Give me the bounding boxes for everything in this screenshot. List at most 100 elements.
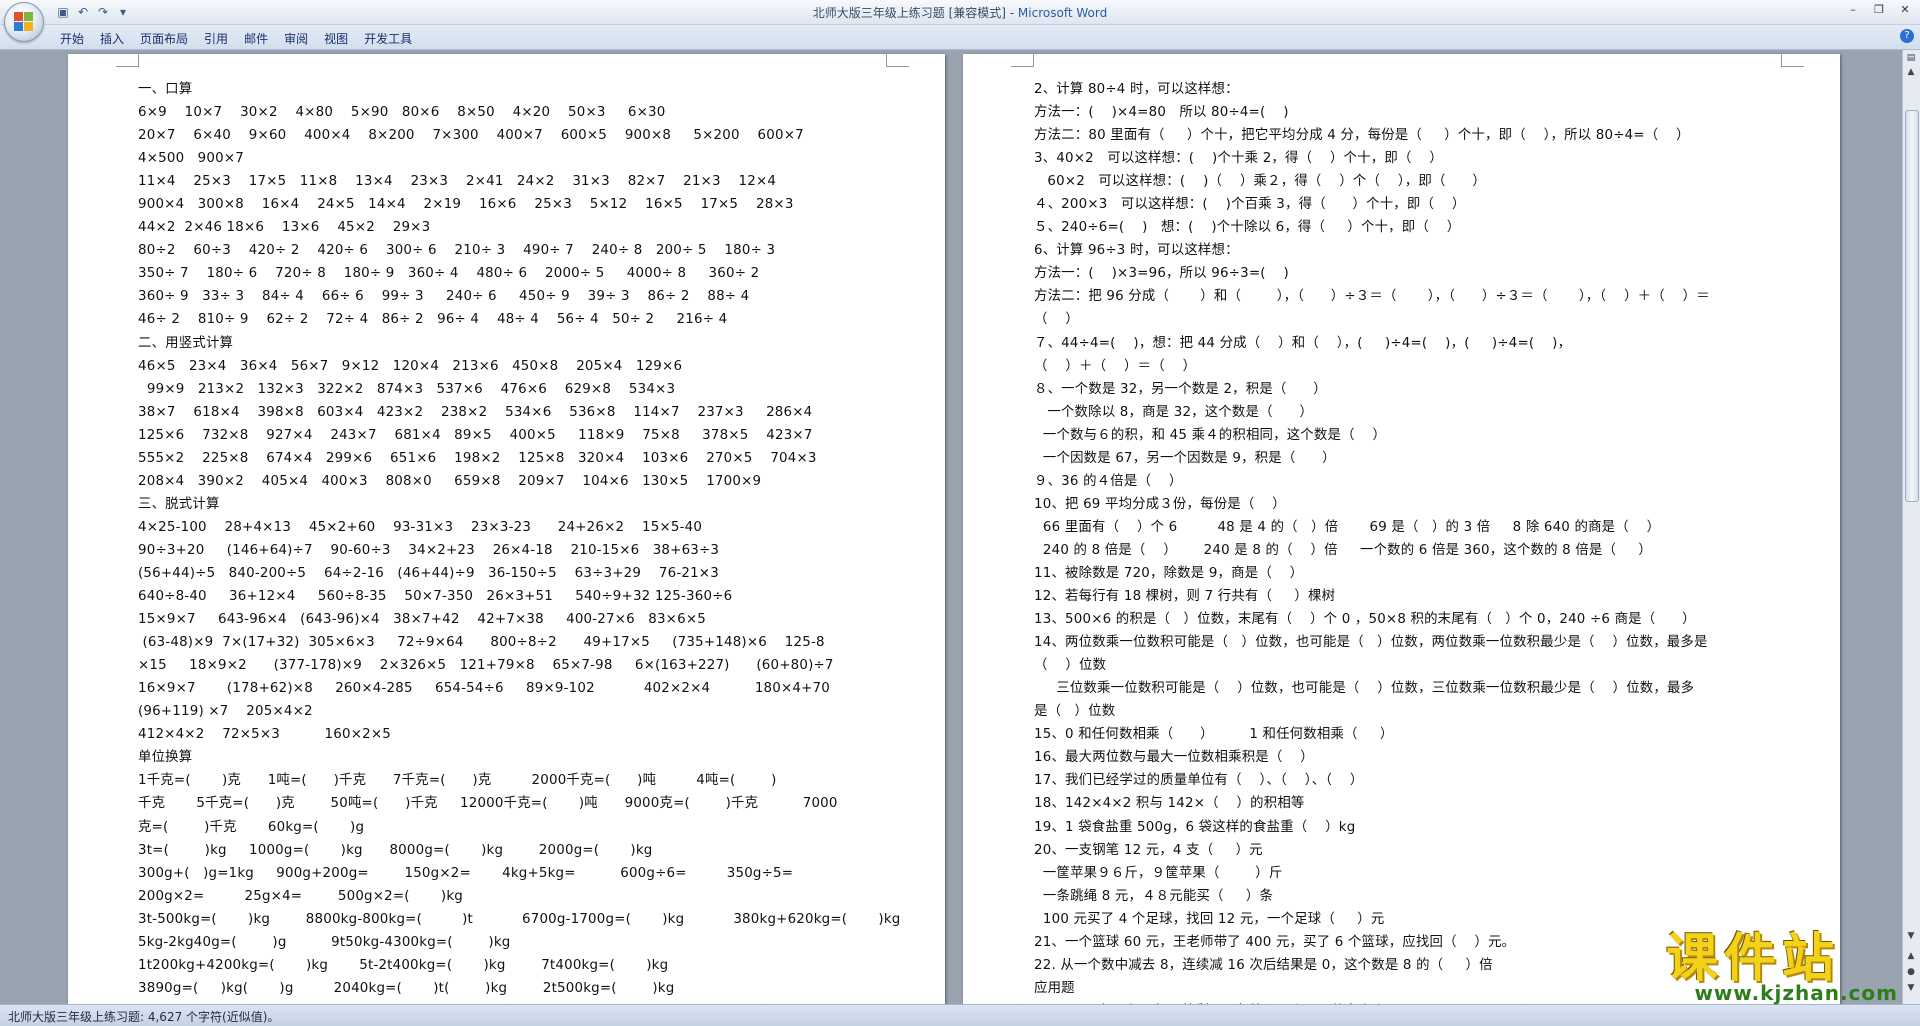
- page-text-right: 2、计算 80÷4 时，可以这样想： 方法一：( )×4=80 所以 80÷4=(…: [1034, 78, 1824, 1004]
- office-logo-icon: [14, 12, 34, 32]
- text-line: ４、200×3 可以这样想：( )个百乘 3，得（ ）个十，即（ ）: [1034, 197, 1466, 213]
- text-line: 1t200kg+4200kg=( )kg 5t-2t400kg=( )kg 7t…: [138, 957, 669, 973]
- text-line: 三位数乘一位数积可能是（ ）位数，也可能是（ ）位数，三位数乘一位数积最少是（ …: [1034, 681, 1695, 697]
- text-line: 2、计算 80÷4 时，可以这样想：: [1034, 82, 1239, 97]
- text-line: ５、240÷6=( ) 想：( )个十除以 6，得（ ）个十，即（ ）: [1034, 220, 1461, 236]
- text-line: ８、一个数是 32，另一个数是 2，积是（ ）: [1034, 381, 1327, 397]
- text-line: 19、1 袋食盐重 500g，6 袋这样的食盐重（ ）kg: [1034, 819, 1356, 835]
- text-line: 208×4 390×2 405×4 400×3 808×0 659×8 209×…: [138, 473, 762, 489]
- text-line: （ ）位数: [1034, 658, 1107, 674]
- scroll-thumb[interactable]: [1905, 110, 1919, 502]
- tab-view[interactable]: 视图: [322, 30, 362, 47]
- text-line: ×15 18×9×2 (377-178)×9 2×326×5 121+79×8 …: [138, 658, 834, 674]
- vertical-scrollbar[interactable]: ▤ ▲ ▼ ▲ ● ▼: [1902, 50, 1920, 1004]
- text-line: 200g×2= 25g×4= 500g×2=( )kg: [138, 888, 463, 904]
- watermark-url: www.kjzhan.com: [1694, 981, 1898, 1005]
- text-line: 300g+( )g=1kg 900g+200g= 150g×2= 4kg+5kg…: [138, 865, 794, 881]
- document-page-left[interactable]: 一、口算 6×9 10×7 30×2 4×80 5×90 80×6 8×50 4×…: [68, 54, 945, 1004]
- text-line: 20、一支钢笔 12 元，4 支（ ）元: [1034, 842, 1263, 858]
- text-line: 15、0 和任何数相乘（ ） 1 和任何数相乘（ ）: [1034, 727, 1394, 743]
- text-line: (56+44)÷5 840-200÷5 64÷2-16 (46+44)÷9 36…: [138, 565, 719, 581]
- text-line: 17、我们已经学过的质量单位有（ ）、（ ）、（ ）: [1034, 773, 1364, 789]
- ribbon-tabs: 开始 插入 页面布局 引用 邮件 审阅 视图 开发工具: [58, 30, 426, 47]
- scroll-up-icon[interactable]: ▲: [1905, 66, 1917, 78]
- text-line: 单位换算: [138, 750, 193, 766]
- text-line: 6、计算 96÷3 时，可以这样想：: [1034, 243, 1239, 259]
- text-line: 240 的 8 倍是（ ） 240 是 8 的（ ）倍 一个数的 6 倍是 36…: [1034, 542, 1653, 558]
- tab-developer[interactable]: 开发工具: [362, 30, 426, 47]
- text-line: 三、脱式计算: [138, 496, 220, 512]
- text-line: 14、两位数乘一位数积可能是（ ）位数，也可能是（ ）位数，两位数乘一位数积最少…: [1034, 635, 1708, 651]
- tab-home[interactable]: 开始: [58, 30, 98, 47]
- text-line: 一、口算: [138, 82, 193, 97]
- word-count-status[interactable]: 北师大版三年级上练习题: 4,627 个字符(近似值)。: [8, 1008, 279, 1025]
- text-line: 350÷ 7 180÷ 6 720÷ 8 180÷ 9 360÷ 4 480÷ …: [138, 266, 760, 282]
- text-line: 方法二：把 96 分成（ ）和（ ），（ ）÷３＝（ ），（ ）÷３＝（ ），（…: [1034, 289, 1710, 305]
- text-line: 1千克=( )克 1吨=( )千克 7千克=( )克 2000千克=( )吨 4…: [138, 773, 777, 789]
- tab-page-layout[interactable]: 页面布局: [138, 30, 202, 47]
- text-line: 5kg-2kg40g=( )g 9t50kg-4300kg=( )kg: [138, 934, 511, 950]
- text-line: 方法二：80 里面有（ ）个十，把它平均分成 4 分，每份是（ ）个十，即（ ）…: [1034, 128, 1690, 144]
- text-line: 一条跳绳 8 元，４８元能买（ ）条: [1034, 888, 1274, 904]
- close-icon[interactable]: ✕: [1896, 2, 1914, 18]
- document-title: 北师大版三年级上练习题 [兼容模式] -: [812, 6, 1018, 20]
- text-line: 125×6 732×8 927×4 243×7 681×4 89×5 400×5…: [138, 427, 813, 443]
- page-text-left: 一、口算 6×9 10×7 30×2 4×80 5×90 80×6 8×50 4×…: [138, 78, 933, 1004]
- window-title: 北师大版三年级上练习题 [兼容模式] - Microsoft Word: [0, 4, 1920, 21]
- text-line: 640÷8-40 36+12×4 560÷8-35 50×7-350 26×3+…: [138, 589, 733, 605]
- text-line: 10、把 69 平均分成３份，每份是（ ）: [1034, 496, 1286, 512]
- text-line: 900×4 300×8 16×4 24×5 14×4 2×19 16×6 25×…: [138, 197, 794, 213]
- text-line: 3890g=( )kg( )g 2040kg=( )t( )kg 2t500kg…: [138, 980, 675, 996]
- text-line: 44×2 2×46 18×6 13×6 45×2 29×3: [138, 220, 431, 236]
- select-browse-object-icon[interactable]: ●: [1905, 966, 1917, 978]
- help-icon[interactable]: ?: [1900, 29, 1914, 43]
- text-line: 千克 5千克=( )克 50吨=( )千克 12000千克=( )吨 9000克…: [138, 796, 838, 812]
- text-line: 是（ ）位数: [1034, 704, 1116, 720]
- office-button[interactable]: [4, 2, 44, 42]
- watermark-cn: 课件站: [1666, 928, 1841, 989]
- crop-mark: [886, 54, 909, 67]
- text-line: 3、40×2 可以这样想：( )个十乘 2，得（ ）个十，即（ ）: [1034, 151, 1443, 167]
- text-line: 11、被除数是 720，除数是 9，商是（ ）: [1034, 565, 1304, 581]
- text-line: 60×2 可以这样想：( )（ ）乘２，得（ ）个（ ），即（ ）: [1034, 174, 1486, 190]
- text-line: 一个数与６的积，和 45 乘４的积相同，这个数是（ ）: [1034, 427, 1387, 443]
- scroll-down-icon[interactable]: ▼: [1905, 930, 1917, 942]
- text-line: (63-48)×9 7×(17+32) 305×6×3 72÷9×64 800÷…: [138, 635, 825, 651]
- tab-insert[interactable]: 插入: [98, 30, 138, 47]
- text-line: 412×4×2 72×5×3 160×2×5: [138, 727, 391, 743]
- text-line: 90÷3+20 (146+64)÷7 90-60÷3 34×2+23 26×4-…: [138, 542, 720, 558]
- crop-mark: [1781, 54, 1804, 67]
- tab-references[interactable]: 引用: [202, 30, 242, 47]
- minimize-icon[interactable]: –: [1844, 2, 1862, 18]
- text-line: ７、44÷4=( )，想：把 44 分成（ ）和（ ），( )÷4=( )，( …: [1034, 335, 1572, 351]
- restore-icon[interactable]: ❐: [1870, 2, 1888, 18]
- text-line: 18、142×4×2 积与 142×（ ）的积相等: [1034, 796, 1305, 812]
- tab-review[interactable]: 审阅: [282, 30, 322, 47]
- crop-mark: [116, 54, 139, 67]
- text-line: 46÷ 2 810÷ 9 62÷ 2 72÷ 4 86÷ 2 96÷ 4 48÷…: [138, 312, 728, 328]
- text-line: 二、用竖式计算: [138, 335, 234, 351]
- text-line: 16×9×7 (178+62)×8 260×4-285 654-54÷6 89×…: [138, 681, 830, 697]
- text-line: 一个数除以 8，商是 32，这个数是（ ）: [1034, 404, 1314, 420]
- text-line: 方法一：( )×3=96，所以 96÷3=( ): [1034, 266, 1289, 282]
- document-page-right[interactable]: 2、计算 80÷4 时，可以这样想： 方法一：( )×4=80 所以 80÷4=(…: [963, 54, 1840, 1004]
- text-line: （ ）＋（ ）＝（ ）: [1034, 358, 1197, 374]
- text-line: 38×7 618×4 398×8 603×4 423×2 238×2 534×6…: [138, 404, 813, 420]
- status-bar: 北师大版三年级上练习题: 4,627 个字符(近似值)。: [0, 1004, 1920, 1026]
- ruler-toggle-icon[interactable]: ▤: [1905, 52, 1917, 64]
- document-workspace: 一、口算 6×9 10×7 30×2 4×80 5×90 80×6 8×50 4×…: [0, 50, 1903, 1004]
- text-line: 15×9×7 643-96×4 (643-96)×4 38×7+42 42+7×…: [138, 612, 706, 628]
- previous-page-icon[interactable]: ▲: [1905, 950, 1917, 962]
- text-line: 13、500×6 的积是（ ）位数，末尾有（ ）个 0 ，50×8 积的末尾有（…: [1034, 612, 1696, 628]
- text-line: 80÷2 60÷3 420÷ 2 420÷ 6 300÷ 6 210÷ 3 49…: [138, 243, 776, 259]
- text-line: 12、若每行有 18 棵树，则 7 行共有（ ）棵树: [1034, 589, 1336, 605]
- tab-mailings[interactable]: 邮件: [242, 30, 282, 47]
- text-line: 克=( )千克 60kg=( )g: [138, 819, 365, 835]
- window-controls: – ❐ ✕: [1844, 2, 1914, 18]
- text-line: 方法一：( )×4=80 所以 80÷4=( ): [1034, 105, 1289, 121]
- crop-mark: [1011, 54, 1034, 67]
- text-line: 46×5 23×4 36×4 56×7 9×12 120×4 213×6 450…: [138, 358, 683, 374]
- next-page-icon[interactable]: ▼: [1905, 982, 1917, 994]
- text-line: 99×9 213×2 132×3 322×2 874×3 537×6 476×6…: [138, 381, 676, 397]
- app-name: Microsoft Word: [1017, 6, 1108, 20]
